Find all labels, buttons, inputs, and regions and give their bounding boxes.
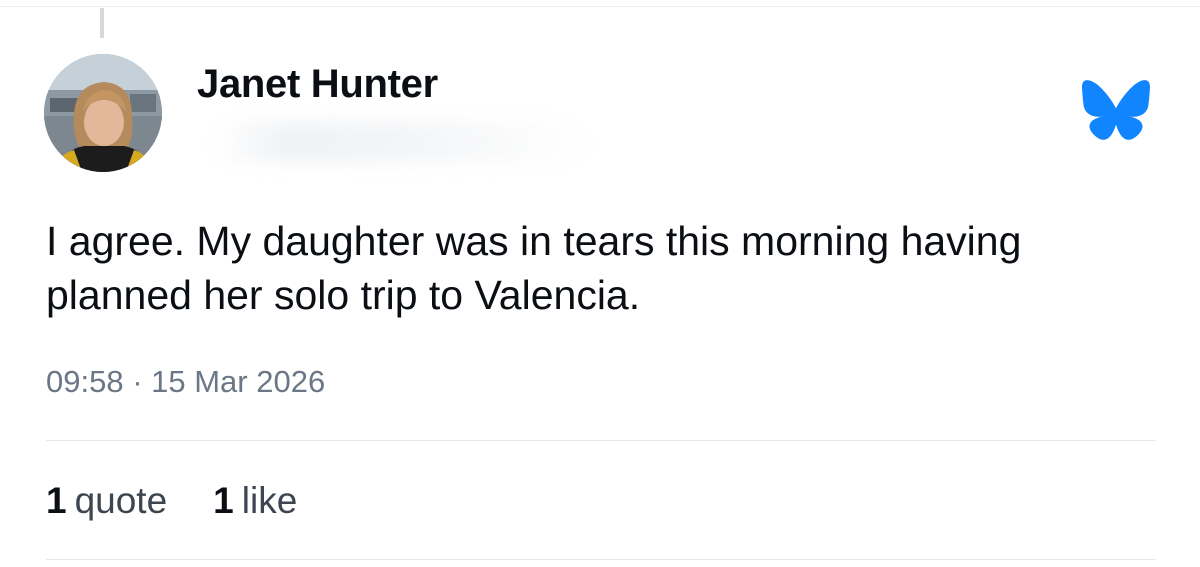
bluesky-butterfly-icon[interactable] [1082, 80, 1150, 140]
thread-connector-line [100, 8, 104, 38]
post-text: I agree. My daughter was in tears this m… [46, 218, 1022, 318]
avatar-photo [44, 54, 162, 172]
divider [46, 559, 1156, 560]
post-timestamp[interactable]: 09:58 · 15 Mar 2026 [46, 364, 325, 400]
likes-stat[interactable]: 1 like [213, 480, 297, 522]
quotes-count: 1 [46, 480, 67, 521]
top-divider [0, 6, 1200, 7]
redacted-handle [212, 122, 592, 162]
likes-count: 1 [213, 480, 234, 521]
quotes-stat[interactable]: 1 quote [46, 480, 167, 522]
likes-label: like [241, 480, 298, 521]
divider [46, 440, 1156, 441]
avatar[interactable] [44, 54, 162, 172]
engagement-stats: 1 quote 1 like [46, 480, 297, 522]
author-name[interactable]: Janet Hunter [197, 62, 438, 107]
quotes-label: quote [74, 480, 168, 521]
